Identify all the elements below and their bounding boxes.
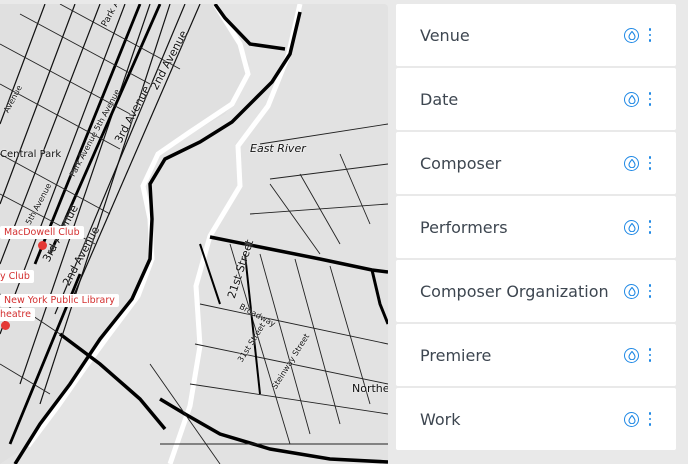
facet-row-date[interactable]: Date (396, 68, 676, 130)
facet-row-performers[interactable]: Performers (396, 196, 676, 258)
color-drop-icon[interactable] (624, 411, 639, 427)
facet-label: Premiere (420, 345, 492, 365)
facet-row-work[interactable]: Work (396, 388, 676, 450)
facet-label: Date (420, 89, 459, 109)
map-label-central-park: Central Park (0, 149, 62, 160)
color-drop-icon[interactable] (624, 155, 639, 171)
venue-label[interactable]: MacDowell Club (0, 226, 84, 239)
more-vert-icon[interactable] (646, 28, 654, 42)
facet-label: Performers (420, 217, 508, 237)
facet-row-premiere[interactable]: Premiere (396, 324, 676, 386)
more-vert-icon[interactable] (646, 220, 654, 234)
venue-label[interactable]: y Club (0, 270, 34, 283)
color-drop-icon[interactable] (624, 91, 639, 107)
more-vert-icon[interactable] (646, 156, 654, 170)
color-drop-icon[interactable] (624, 347, 639, 363)
color-drop-icon[interactable] (624, 219, 639, 235)
facet-label: Work (420, 409, 461, 429)
facet-row-composer-organization[interactable]: Composer Organization (396, 260, 676, 322)
map-label-east-river: East River (250, 142, 306, 155)
facet-panel: Venue Date Composer Performers Composer … (396, 4, 676, 464)
venue-label[interactable]: heatre (0, 308, 35, 321)
facet-label: Venue (420, 25, 470, 45)
more-vert-icon[interactable] (646, 92, 654, 106)
more-vert-icon[interactable] (646, 284, 654, 298)
facet-label: Composer Organization (420, 281, 609, 301)
facet-label: Composer (420, 153, 502, 173)
color-drop-icon[interactable] (624, 283, 639, 299)
venue-label[interactable]: New York Public Library (0, 294, 119, 307)
venue-marker[interactable] (38, 241, 47, 250)
more-vert-icon[interactable] (646, 348, 654, 362)
facet-row-composer[interactable]: Composer (396, 132, 676, 194)
color-drop-icon[interactable] (624, 27, 639, 43)
more-vert-icon[interactable] (646, 412, 654, 426)
venue-marker[interactable] (1, 321, 10, 330)
facet-row-venue[interactable]: Venue (396, 4, 676, 66)
map-view[interactable]: East River Park Avenue 2nd Avenue 3rd Av… (0, 4, 388, 464)
map-label-northern: Northe (352, 382, 388, 395)
